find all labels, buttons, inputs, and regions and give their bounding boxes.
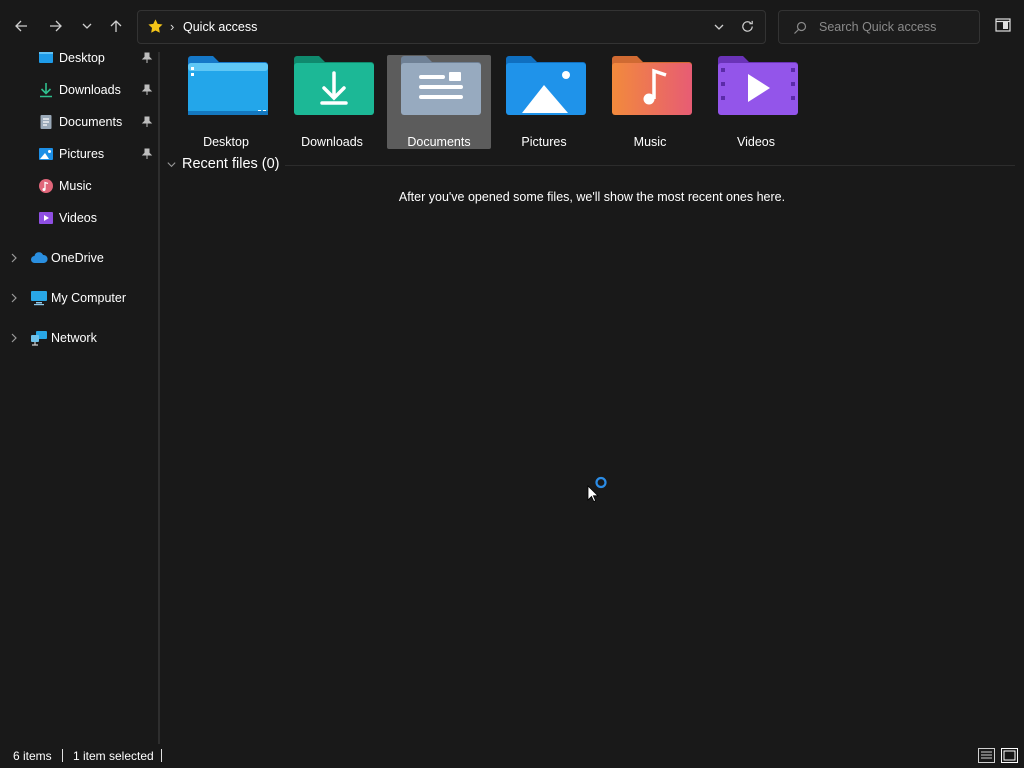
folder-tile-downloads[interactable]: Downloads (280, 55, 384, 149)
videos-folder-icon (718, 56, 798, 115)
folder-tile-label: Music (633, 135, 667, 149)
sidebar-item-music[interactable]: Music (0, 172, 158, 200)
refresh-button[interactable] (740, 19, 755, 37)
status-separator (161, 749, 162, 762)
sidebar-item-network[interactable]: Network (0, 324, 158, 352)
sidebar-item-my-computer[interactable]: My Computer (0, 284, 158, 312)
pin-icon (141, 84, 153, 95)
pin-icon (141, 148, 153, 159)
navigation-bar: › Quick access (0, 0, 1024, 52)
search-box[interactable] (778, 10, 980, 44)
folder-tile-music[interactable]: Music (598, 55, 702, 149)
pictures-folder-icon (506, 56, 586, 115)
sidebar-item-label: Downloads (59, 83, 121, 97)
sidebar-item-label: My Computer (51, 291, 127, 305)
search-input[interactable] (819, 18, 974, 36)
network-icon (31, 331, 47, 346)
arrow-right-icon (50, 20, 62, 32)
folder-tile-videos[interactable]: Videos (704, 55, 808, 149)
sidebar-item-label: Desktop (59, 52, 105, 65)
folder-tile-desktop[interactable]: Desktop (174, 55, 278, 149)
section-title: Recent files (0) (182, 156, 280, 172)
busy-cursor-icon (587, 476, 607, 502)
chevron-right-icon[interactable] (9, 293, 19, 303)
music-folder-icon (612, 56, 692, 115)
chevron-right-icon[interactable] (9, 333, 19, 343)
breadcrumb-separator: › (170, 19, 175, 34)
chevron-right-icon[interactable] (9, 253, 19, 263)
back-button[interactable] (8, 12, 34, 40)
sidebar-item-documents[interactable]: Documents (0, 108, 158, 136)
selection-count: 1 item selected (73, 749, 154, 763)
sidebar-item-label: OneDrive (51, 251, 104, 265)
address-bar[interactable]: › Quick access (137, 10, 766, 44)
computer-icon (31, 291, 47, 306)
desktop-folder-icon (188, 56, 268, 115)
chevron-down-icon (714, 24, 724, 30)
sidebar-item-downloads[interactable]: Downloads (0, 76, 158, 104)
breadcrumb-quick-access[interactable]: Quick access (183, 20, 257, 34)
pin-icon (141, 116, 153, 127)
star-icon (147, 18, 164, 38)
music-icon (39, 179, 53, 193)
documents-folder-icon (401, 56, 481, 115)
empty-state-message: After you've opened some files, we'll sh… (398, 190, 786, 204)
sidebar-item-label: Videos (59, 211, 97, 225)
sidebar-item-label: Music (59, 179, 92, 193)
folder-tile-documents[interactable]: Documents (387, 55, 491, 149)
pictures-icon (39, 148, 53, 160)
downloads-folder-icon (294, 56, 374, 115)
arrow-up-icon (110, 20, 122, 32)
details-view-icon (978, 748, 995, 763)
download-icon (40, 83, 52, 98)
status-bar: 6 items 1 item selected (0, 744, 1024, 768)
folder-tile-label: Pictures (521, 135, 567, 149)
large-icons-view-button[interactable] (1001, 748, 1019, 764)
preview-pane-button[interactable] (995, 17, 1011, 36)
videos-icon (39, 212, 53, 224)
chevron-down-icon (167, 161, 176, 167)
forward-button[interactable] (43, 12, 69, 40)
folder-tile-label: Downloads (301, 135, 363, 149)
recent-files-header[interactable]: Recent files (0) (166, 156, 280, 172)
navigation-pane: Desktop Downloads Documents Pictures Mus… (0, 52, 158, 744)
pin-icon (141, 52, 153, 63)
chevron-down-icon (82, 23, 92, 29)
recent-locations-button[interactable] (74, 12, 100, 40)
cloud-icon (31, 252, 48, 263)
details-view-button[interactable] (978, 748, 996, 764)
search-icon (793, 21, 807, 38)
documents-icon (40, 115, 52, 129)
large-icons-view-icon (1001, 748, 1018, 763)
status-separator (62, 749, 63, 762)
sidebar-item-label: Network (51, 331, 97, 345)
sidebar-item-desktop[interactable]: Desktop (0, 52, 158, 72)
folder-tile-pictures[interactable]: Pictures (492, 55, 596, 149)
section-divider (285, 165, 1015, 166)
folder-tile-label: Videos (737, 135, 775, 149)
preview-pane-icon (995, 18, 1011, 32)
sidebar-item-label: Documents (59, 115, 123, 129)
item-count: 6 items (13, 749, 52, 763)
sidebar-item-videos[interactable]: Videos (0, 204, 158, 232)
file-explorer-window: › Quick access Desktop (0, 0, 1024, 768)
refresh-icon (742, 20, 753, 32)
desktop-icon (39, 52, 53, 63)
folder-tile-label: Desktop (203, 135, 249, 149)
sidebar-item-label: Pictures (59, 147, 105, 161)
address-history-button[interactable] (713, 21, 725, 36)
up-button[interactable] (103, 12, 129, 40)
folder-tile-label: Documents (407, 135, 471, 149)
sidebar-item-pictures[interactable]: Pictures (0, 140, 158, 168)
sidebar-item-onedrive[interactable]: OneDrive (0, 244, 158, 272)
arrow-left-icon (15, 20, 27, 32)
content-pane: Desktop Downloads Documents Pictures Mus… (160, 52, 1024, 744)
